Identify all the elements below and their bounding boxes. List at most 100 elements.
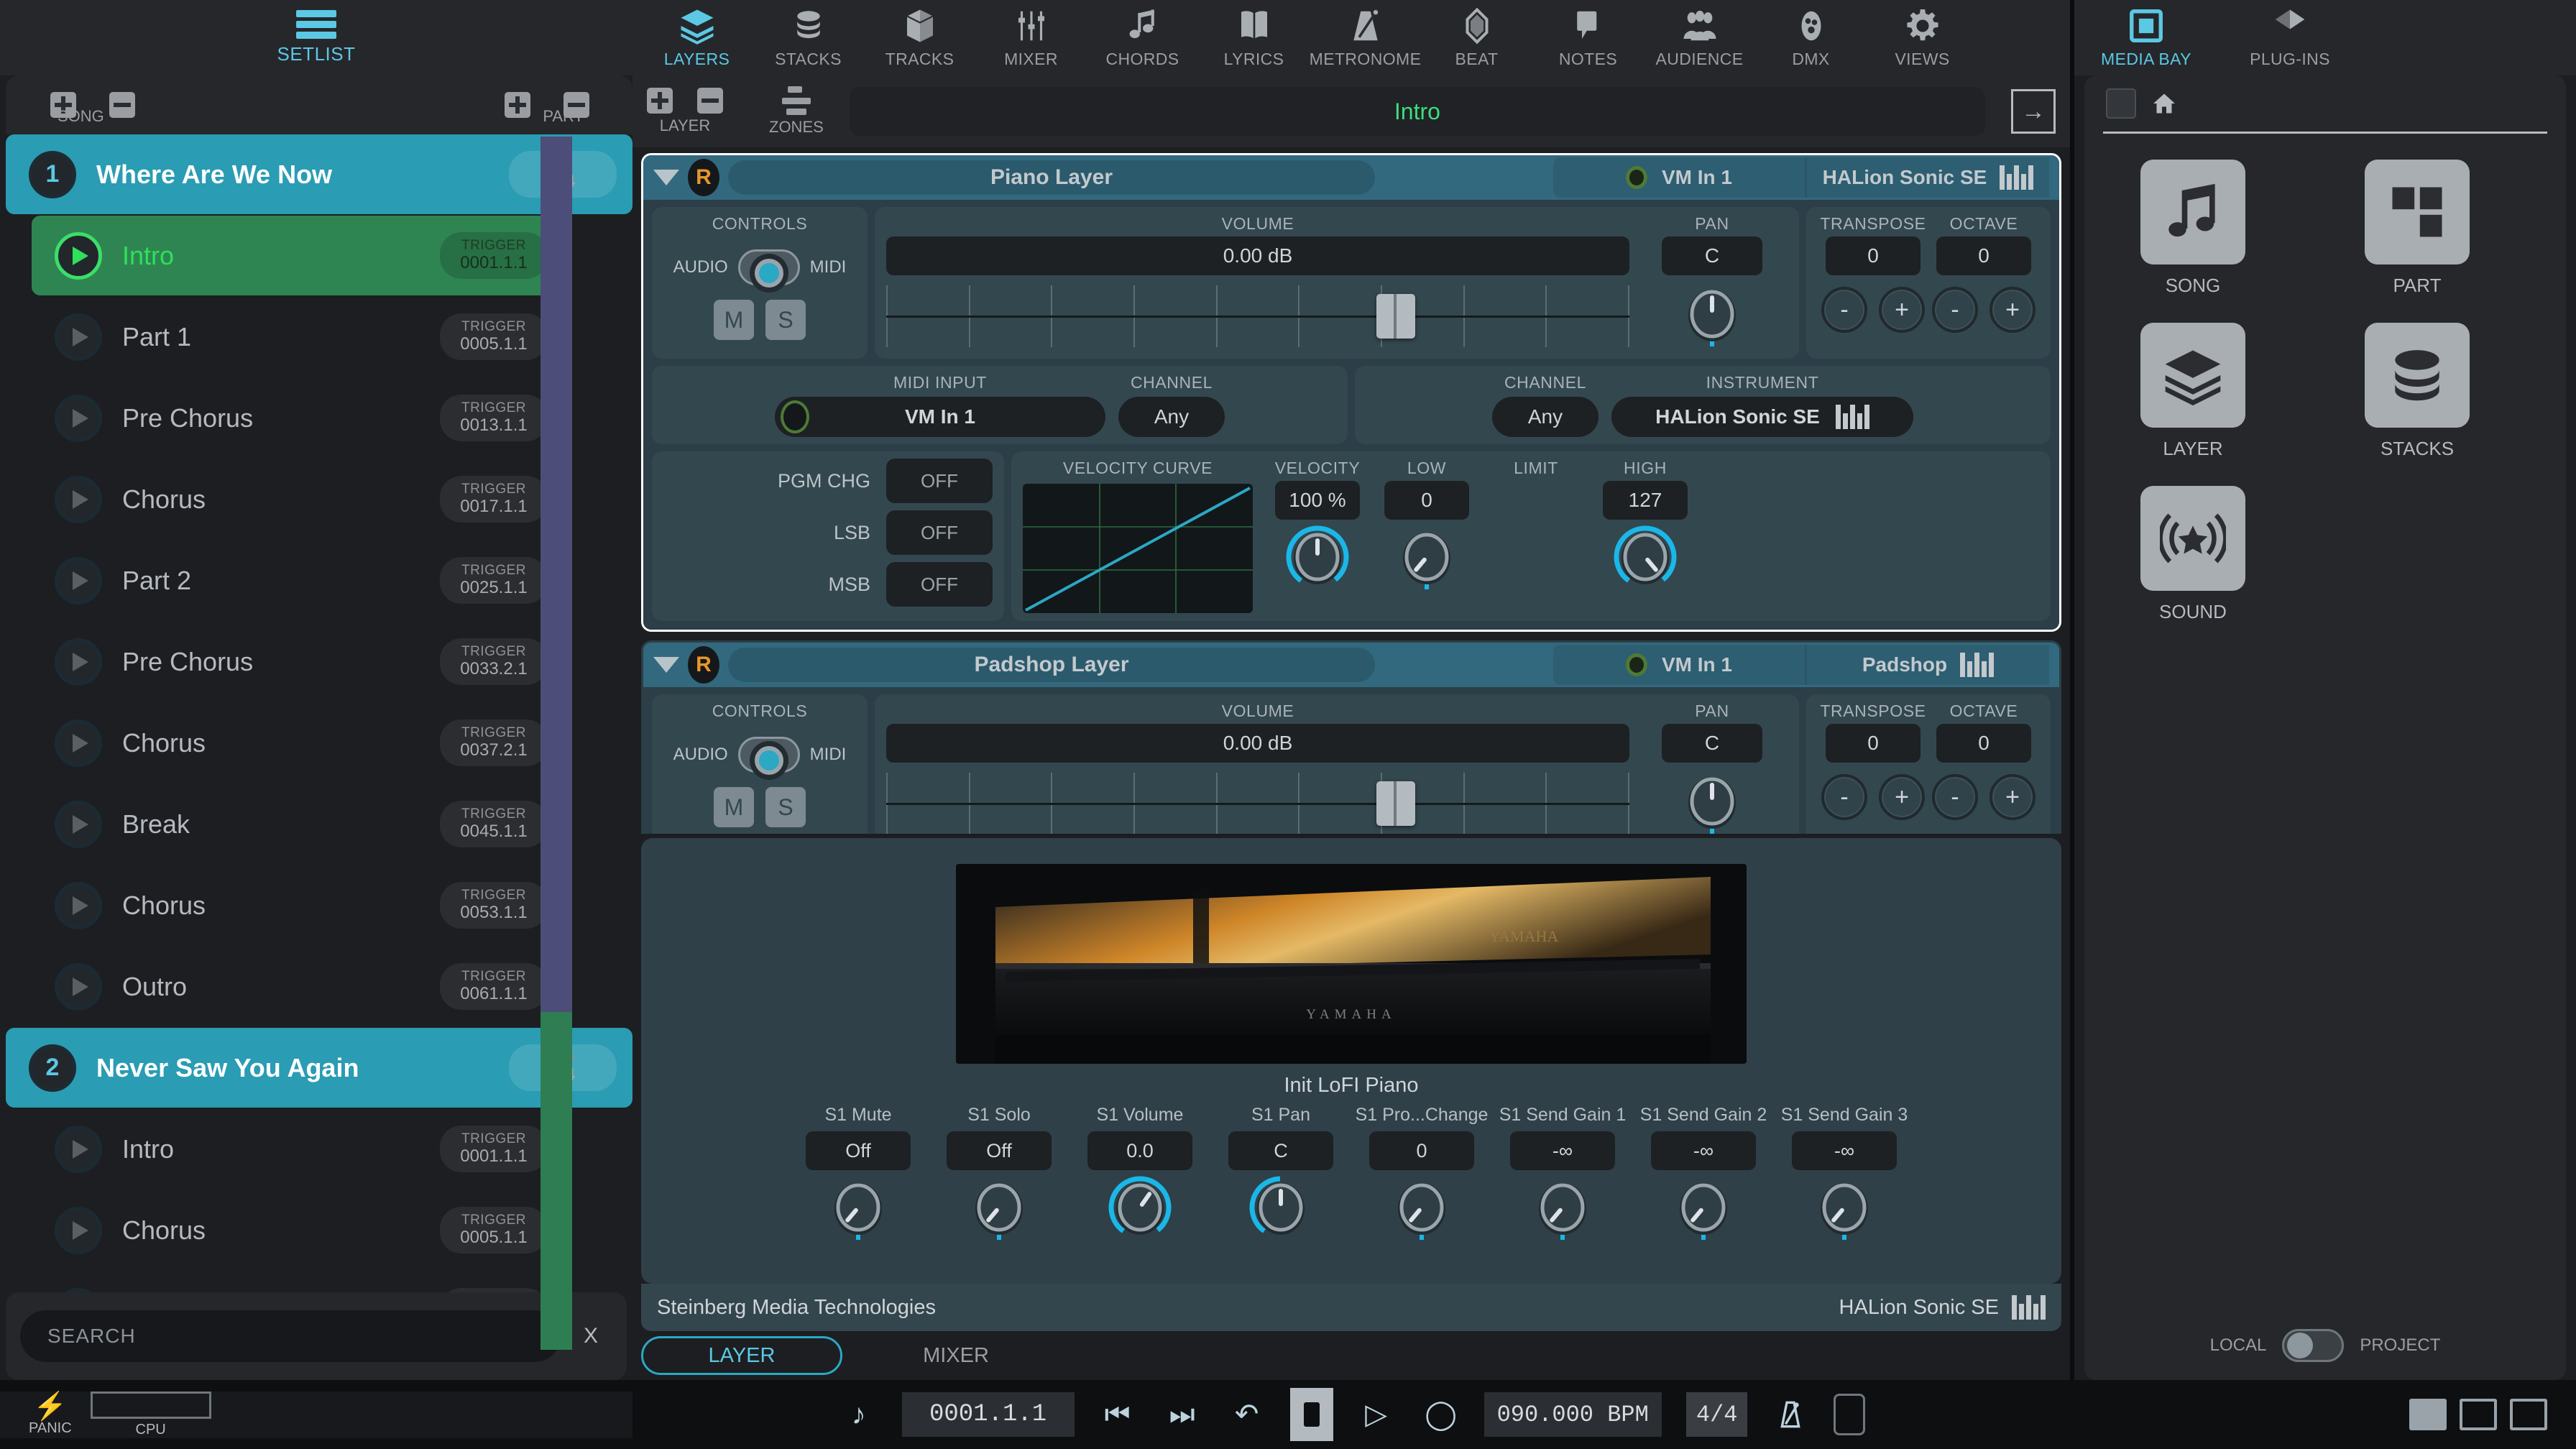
transpose-minus-button[interactable]: - <box>1821 287 1867 333</box>
layers-list[interactable]: R Piano Layer VM In 1 HALion Sonic SE C O… <box>632 147 2070 834</box>
midi-input-field[interactable]: MIDI INPUT VM In 1 <box>775 373 1105 437</box>
setlist-part-row[interactable]: Chorus TRIGGER 0005.1.1 <box>32 1190 564 1270</box>
instrument-param[interactable]: S1 Volume 0.0 <box>1070 1105 1210 1248</box>
octave-control[interactable]: OCTAVE 0 - + <box>1928 702 2039 834</box>
tab-media-bay[interactable]: MEDIA BAY <box>2074 6 2218 69</box>
pan-value[interactable]: C <box>1662 236 1762 275</box>
audio-midi-toggle-row[interactable]: AUDIO MIDI <box>663 249 856 288</box>
out-channel-value[interactable]: Any <box>1492 397 1598 437</box>
layer-mixer-tabs[interactable]: LAYER MIXER <box>632 1331 2070 1380</box>
param-knob[interactable] <box>1386 1170 1458 1248</box>
param-value[interactable]: Off <box>947 1131 1052 1170</box>
layer-name[interactable]: Piano Layer <box>728 160 1375 195</box>
param-value[interactable]: -∞ <box>1792 1131 1897 1170</box>
media-bay-toolbar[interactable]: MEDIA BAY PLUG-INS <box>2074 0 2576 75</box>
layer-instrument-summary[interactable]: HALion Sonic SE <box>1805 157 2049 198</box>
stop-button[interactable] <box>1289 1388 1333 1441</box>
octave-minus-button[interactable]: - <box>1932 774 1978 820</box>
add-layer-button[interactable] <box>647 88 673 114</box>
piano-keys-icon[interactable] <box>2000 165 2034 190</box>
row-badge[interactable]: TRIGGER 0025.1.1 <box>440 557 548 604</box>
velocity-control[interactable]: VELOCITY 100 % <box>1267 459 1368 598</box>
param-knob[interactable] <box>822 1170 894 1248</box>
param-value[interactable]: 0 <box>1369 1131 1474 1170</box>
param-knob[interactable] <box>1668 1170 1739 1248</box>
instrument-value[interactable]: HALion Sonic SE <box>1611 397 1913 437</box>
window-layout-button-3[interactable] <box>2510 1399 2547 1430</box>
part-play-button[interactable] <box>55 231 102 280</box>
volume-control[interactable]: VOLUME 0.00 dB <box>886 702 1629 834</box>
chevron-down-icon[interactable] <box>653 170 679 185</box>
instrument-param[interactable]: S1 Pro...Change 0 <box>1351 1105 1492 1248</box>
layer-header[interactable]: R Padshop Layer VM In 1 Padshop <box>643 643 2059 687</box>
song-number-badge[interactable]: 1 <box>29 150 76 198</box>
scope-toggle[interactable] <box>2282 1329 2345 1362</box>
broadcast-star-icon[interactable] <box>2140 486 2245 591</box>
param-value[interactable]: Off <box>806 1131 911 1170</box>
setlist-part-row[interactable]: Intro TRIGGER 0001.1.1 <box>32 1109 564 1189</box>
search-input[interactable]: SEARCH <box>20 1310 561 1362</box>
high-limit-control[interactable]: HIGH 127 <box>1595 459 1696 598</box>
solo-button[interactable]: S <box>765 300 806 340</box>
transpose-control[interactable]: TRANSPOSE 0 - + <box>1818 702 1928 834</box>
octave-value[interactable]: 0 <box>1936 724 2031 763</box>
media-bay-item-sound[interactable]: SOUND <box>2125 486 2261 623</box>
row-badge[interactable]: TRIGGER 0001.1.1 <box>440 1126 548 1172</box>
piano-keys-icon[interactable] <box>1835 405 1869 429</box>
row-badge[interactable]: TRIGGER 0037.2.1 <box>440 719 548 766</box>
setlist-part-row[interactable]: Chorus TRIGGER 0053.1.1 <box>32 865 564 945</box>
instrument-param[interactable]: S1 Mute Off <box>788 1105 929 1248</box>
setlist-part-row[interactable]: Chorus TRIGGER 0037.2.1 <box>32 703 564 783</box>
volume-value[interactable]: 0.00 dB <box>886 236 1629 275</box>
tab-stacks[interactable]: STACKS <box>753 6 864 69</box>
transport-center[interactable]: ♪ 0001.1.1 ⏮ ⏭ ↶ ▷ ◯ 090.000 BPM 4/4 <box>632 1388 2070 1441</box>
row-badge[interactable]: TRIGGER0009.1.1 <box>440 1288 548 1292</box>
extra-transport-button[interactable] <box>1834 1394 1866 1435</box>
metronome-note-icon[interactable]: ♪ <box>837 1388 880 1441</box>
audio-midi-toggle-row[interactable]: AUDIO MIDI <box>663 737 856 775</box>
chevron-down-icon[interactable] <box>653 657 679 673</box>
record-enable-badge[interactable]: R <box>688 159 719 196</box>
part-play-button[interactable] <box>55 1125 102 1173</box>
metronome-icon[interactable] <box>1769 1388 1812 1441</box>
part-play-button[interactable] <box>55 962 102 1011</box>
setlist-part-row[interactable]: Part 2 TRIGGER 0025.1.1 <box>32 540 564 620</box>
tab-audience[interactable]: AUDIENCE <box>1644 6 1755 69</box>
setlist-part-row[interactable]: Break TRIGGER 0045.1.1 <box>32 784 564 864</box>
record-enable-badge[interactable]: R <box>688 646 719 684</box>
time-signature-display[interactable]: 4/4 <box>1685 1392 1748 1437</box>
midi-channel-value[interactable]: Any <box>1118 397 1225 437</box>
tempo-display[interactable]: 090.000 BPM <box>1484 1392 1662 1437</box>
volume-fader[interactable] <box>886 285 1629 347</box>
octave-control[interactable]: OCTAVE 0 - + <box>1928 214 2039 351</box>
row-badge[interactable]: TRIGGER 0005.1.1 <box>440 1207 548 1254</box>
msb-value[interactable]: OFF <box>886 562 993 607</box>
row-badge[interactable]: TRIGGER 0005.1.1 <box>440 313 548 360</box>
mute-button[interactable]: M <box>714 787 754 827</box>
setlist-song-row[interactable]: 1Where Are We Now904/4 <box>6 134 632 214</box>
window-layout-button-2[interactable] <box>2460 1399 2497 1430</box>
transpose-value[interactable]: 0 <box>1826 724 1920 763</box>
octave-minus-button[interactable]: - <box>1932 287 1978 333</box>
music-note-icon[interactable] <box>2140 160 2245 264</box>
add-part-button[interactable] <box>505 92 530 118</box>
transpose-plus-button[interactable]: + <box>1879 774 1925 820</box>
pgm-chg-value[interactable]: OFF <box>886 459 993 503</box>
param-knob[interactable] <box>1104 1170 1176 1248</box>
msb-row[interactable]: MSB OFF <box>663 562 993 607</box>
midi-input-value[interactable]: VM In 1 <box>775 397 1105 437</box>
instrument-param[interactable]: S1 Pan C <box>1210 1105 1351 1248</box>
param-value[interactable]: -∞ <box>1651 1131 1756 1170</box>
param-knob[interactable] <box>963 1170 1035 1248</box>
volume-control[interactable]: VOLUME 0.00 dB <box>886 214 1629 351</box>
lsb-row[interactable]: LSB OFF <box>663 510 993 555</box>
param-knob[interactable] <box>1808 1170 1880 1248</box>
row-badge[interactable]: TRIGGER 0045.1.1 <box>440 801 548 847</box>
discs-icon[interactable] <box>2365 323 2470 428</box>
to-end-button[interactable]: ⏭ <box>1161 1388 1204 1441</box>
low-limit-control[interactable]: LOW 0 <box>1376 459 1477 598</box>
velocity-curve-control[interactable]: VELOCITY CURVE <box>1023 459 1253 613</box>
transport-right[interactable] <box>2070 1399 2576 1430</box>
layers-stack-icon[interactable] <box>2140 323 2245 428</box>
solo-button[interactable]: S <box>765 787 806 827</box>
